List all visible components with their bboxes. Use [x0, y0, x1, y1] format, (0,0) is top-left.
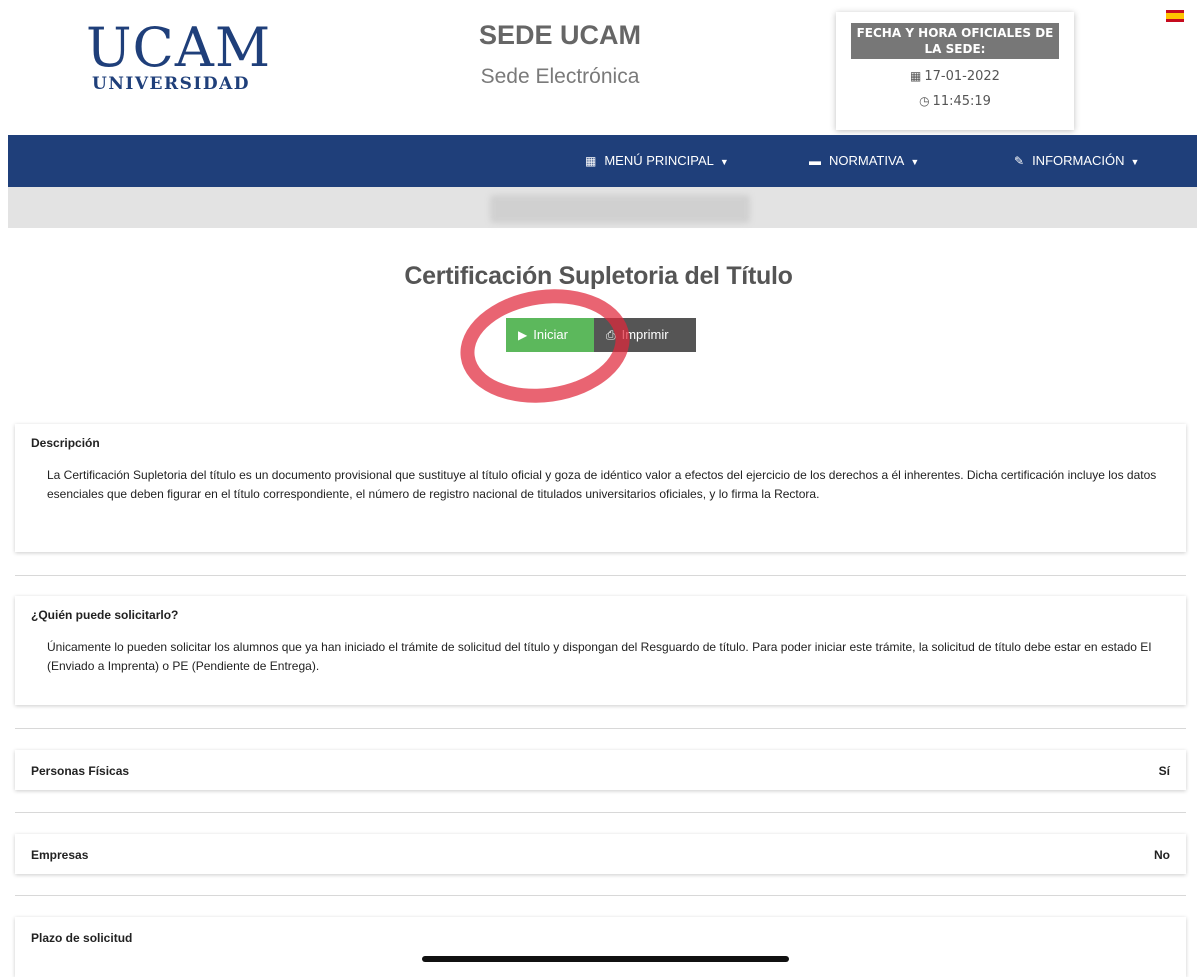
- calendar-icon: ▦: [910, 69, 922, 83]
- page-title: Certificación Supletoria del Título: [404, 262, 793, 290]
- section-personas-value: Sí: [1158, 764, 1170, 778]
- section-empresas-value: No: [1154, 848, 1170, 862]
- nav-menu-principal-label: MENÚ PRINCIPAL: [604, 153, 714, 168]
- start-button-label: Iniciar: [533, 327, 568, 342]
- site-name: SEDE UCAM: [478, 20, 641, 50]
- print-button-label: Imprimir: [621, 327, 669, 342]
- section-empresas-title: Empresas: [31, 848, 89, 862]
- section-personas-title: Personas Físicas: [31, 764, 130, 778]
- grid-icon: ▦: [585, 154, 597, 168]
- site-header: SEDE UCAM Sede Electrónica: [440, 20, 680, 89]
- action-buttons: ▶ Iniciar ⎙ Imprimir: [506, 318, 696, 352]
- caret-down-icon: ▼: [1130, 157, 1140, 167]
- section-empresas: Empresas No: [15, 834, 1186, 874]
- breadcrumb-bar: [8, 187, 1197, 228]
- play-circle-icon: ▶: [518, 328, 528, 342]
- nav-normativa-label: NORMATIVA: [829, 153, 905, 168]
- divider: [15, 812, 1186, 813]
- time-row: ◷ 11:45:19: [836, 94, 1074, 109]
- divider: [15, 895, 1186, 896]
- section-descripcion-title: Descripción: [31, 436, 100, 450]
- official-datetime-box: FECHA Y HORA OFICIALES DE LA SEDE: ▦ 17-0…: [836, 12, 1074, 130]
- section-personas-fisicas: Personas Físicas Sí: [15, 750, 1186, 790]
- ucam-logo[interactable]: UCAM UNIVERSIDAD: [86, 16, 272, 95]
- print-icon: ⎙: [606, 328, 616, 342]
- main-navbar: ▦ MENÚ PRINCIPAL ▼ ▬ NORMATIVA ▼ ✎ INFORMACIÓ…: [8, 135, 1197, 187]
- divider: [15, 728, 1186, 729]
- spain-flag-icon[interactable]: [1166, 10, 1184, 22]
- section-quien: ¿Quién puede solicitarlo? Únicamente lo …: [15, 596, 1186, 705]
- clock-icon: ◷: [919, 94, 930, 108]
- caret-down-icon: ▼: [910, 157, 920, 167]
- briefcase-icon: ▬: [809, 154, 821, 168]
- section-quien-text: Únicamente lo pueden solicitar los alumn…: [47, 640, 1152, 673]
- nav-normativa[interactable]: ▬ NORMATIVA ▼: [809, 135, 919, 187]
- edit-icon: ✎: [1014, 154, 1025, 168]
- official-date: 17-01-2022: [924, 69, 1000, 84]
- section-plazo: Plazo de solicitud: [15, 917, 1186, 977]
- date-row: ▦ 17-01-2022: [836, 69, 1074, 84]
- section-descripcion: Descripción La Certificación Supletoria …: [15, 424, 1186, 552]
- logo-sub-text: UNIVERSIDAD: [92, 74, 250, 94]
- section-plazo-title: Plazo de solicitud: [31, 931, 133, 945]
- site-subtitle: Sede Electrónica: [480, 65, 640, 88]
- section-quien-title: ¿Quién puede solicitarlo?: [31, 608, 179, 622]
- caret-down-icon: ▼: [719, 157, 729, 167]
- nav-menu-principal[interactable]: ▦ MENÚ PRINCIPAL ▼: [585, 135, 729, 187]
- logo-main-text: UCAM: [86, 16, 272, 79]
- home-indicator[interactable]: [422, 956, 789, 962]
- datetime-title: FECHA Y HORA OFICIALES DE LA SEDE:: [851, 23, 1059, 59]
- datetime-title-line2: LA SEDE:: [924, 42, 986, 56]
- divider: [15, 575, 1186, 576]
- blurred-breadcrumb: [490, 195, 750, 223]
- datetime-title-line1: FECHA Y HORA OFICIALES DE: [856, 26, 1054, 40]
- nav-informacion-label: INFORMACIÓN: [1032, 153, 1125, 168]
- official-time: 11:45:19: [932, 94, 991, 109]
- print-button[interactable]: ⎙ Imprimir: [594, 318, 696, 352]
- start-button[interactable]: ▶ Iniciar: [506, 318, 594, 352]
- section-descripcion-text: La Certificación Supletoria del título e…: [47, 468, 1157, 501]
- nav-informacion[interactable]: ✎ INFORMACIÓN ▼: [1014, 135, 1139, 187]
